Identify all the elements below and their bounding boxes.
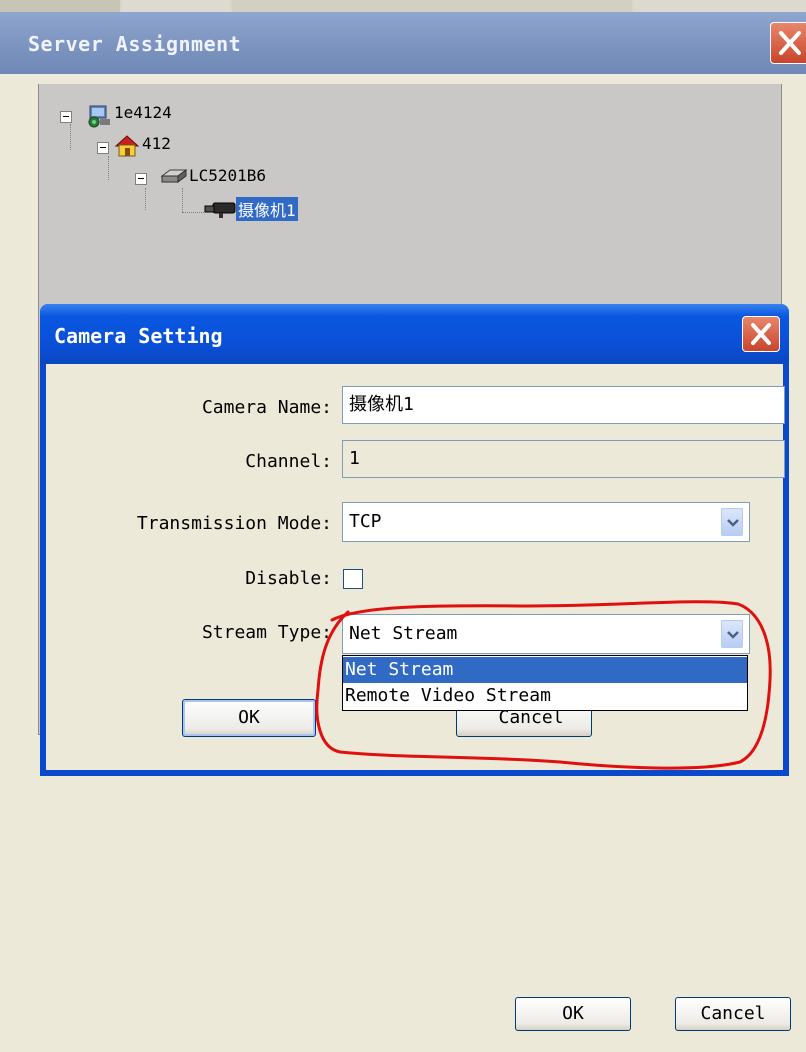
camera-icon [204, 202, 236, 218]
dialog-ok-button[interactable]: OK [182, 699, 316, 737]
collapse-icon[interactable] [135, 173, 147, 185]
stream-type-dropdown-button[interactable] [721, 620, 743, 648]
close-icon [779, 31, 801, 55]
stream-type-option-net-stream[interactable]: Net Stream [343, 657, 747, 683]
tree-line [108, 156, 109, 180]
camera-setting-titlebar: Camera Setting [40, 304, 789, 364]
disable-label: Disable: [245, 568, 332, 589]
camera-name-label: Camera Name: [201, 397, 332, 418]
tree-line [182, 212, 204, 213]
server-assignment-titlebar: Server Assignment [0, 12, 806, 74]
collapse-icon[interactable] [97, 142, 109, 154]
close-icon [751, 323, 771, 345]
house-icon [114, 135, 140, 157]
transmission-dropdown-button[interactable] [721, 508, 743, 536]
tree-line [182, 188, 183, 212]
close-button[interactable] [770, 22, 806, 64]
ok-button[interactable]: OK [515, 997, 631, 1031]
transmission-mode-label: Transmission Mode: [136, 513, 332, 534]
tree-node-label-selected[interactable]: 摄像机1 [236, 197, 298, 221]
stream-type-select[interactable]: Net Stream [342, 614, 750, 654]
tree-line [70, 124, 71, 150]
tree-node-label[interactable]: 412 [142, 134, 171, 153]
chevron-down-icon [727, 631, 739, 639]
background-window-strip [0, 0, 806, 12]
channel-input: 1 [342, 440, 785, 478]
chevron-down-icon [727, 519, 739, 527]
channel-label: Channel: [245, 451, 332, 472]
transmission-mode-select[interactable]: TCP [342, 502, 750, 542]
dvr-device-icon [160, 169, 188, 183]
window-title: Server Assignment [28, 32, 242, 56]
camera-name-input[interactable]: 摄像机1 [342, 386, 785, 424]
tree-node-label[interactable]: 1e4124 [114, 103, 172, 122]
stream-type-label: Stream Type: [201, 622, 332, 643]
collapse-icon[interactable] [60, 111, 72, 123]
stream-type-option-remote-video-stream[interactable]: Remote Video Stream [343, 683, 747, 709]
disable-checkbox[interactable] [343, 569, 363, 589]
stream-type-dropdown-list: Net Stream Remote Video Stream [342, 655, 748, 711]
cancel-button[interactable]: Cancel [675, 997, 791, 1031]
tree-line [145, 188, 146, 210]
network-server-icon [88, 105, 110, 128]
dialog-title: Camera Setting [54, 324, 223, 348]
tree-node-label[interactable]: LC5201B6 [189, 166, 266, 185]
dialog-close-button[interactable] [742, 316, 780, 352]
